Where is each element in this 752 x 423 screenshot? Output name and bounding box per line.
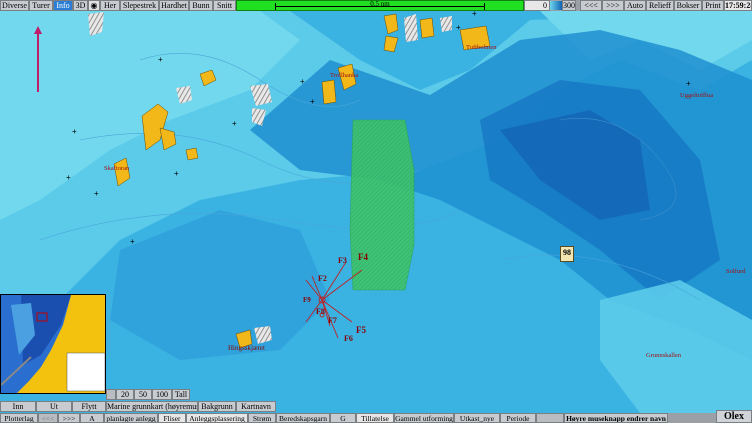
menu-her[interactable]: Her xyxy=(100,0,120,11)
bottom-toolbar: Plotterlag <<< >>> A planlagte anlegg Fl… xyxy=(0,410,752,423)
zoom-level-blank xyxy=(106,389,116,400)
svg-text:+: + xyxy=(94,189,99,198)
relieff-button[interactable]: Relieff xyxy=(646,0,674,11)
menu-hardhet[interactable]: Hardhet xyxy=(159,0,189,11)
map-names-button[interactable]: Kartnavn xyxy=(236,401,276,412)
scale-label: 0,5 nm xyxy=(370,0,390,8)
menu-snitt[interactable]: Snitt xyxy=(213,0,236,11)
old-design-button[interactable]: Gammel utforming xyxy=(394,413,454,423)
svg-text:+: + xyxy=(66,173,71,182)
plotter-layer-button[interactable]: Plotterlag xyxy=(0,413,38,423)
menu-info[interactable]: Info xyxy=(53,0,73,11)
place-grunnskallen: Grunnskallen xyxy=(646,352,682,359)
background-button[interactable]: Bakgrunn xyxy=(198,401,236,412)
place-hingsskjaeret: Hingsskjæret xyxy=(228,344,265,352)
top-toolbar: Diverse Turer Info 3D ◉ Her Slepestrek H… xyxy=(0,0,752,11)
svg-text:+: + xyxy=(72,127,77,136)
map-canvas[interactable]: +++ +++ +++ +++ xyxy=(0,0,752,423)
place-solfurd: Solfurd xyxy=(726,268,746,275)
print-button[interactable]: Print xyxy=(702,0,724,11)
depth-gradient[interactable] xyxy=(550,1,562,10)
permit-button[interactable]: Tillatelse xyxy=(356,413,394,423)
place-trollhanka: Trollhanka xyxy=(330,72,359,79)
svg-text:+: + xyxy=(310,97,315,106)
pan-button[interactable]: Flytt xyxy=(72,401,106,412)
period-button[interactable]: Periode xyxy=(500,413,536,423)
svg-text:+: + xyxy=(686,79,691,88)
zoom-out-button[interactable]: Ut xyxy=(36,401,72,412)
svg-text:+: + xyxy=(456,23,461,32)
scale-bar: 0,5 nm xyxy=(236,0,524,11)
marine-basemap-button[interactable]: Marine grunnkart (høyremus) xyxy=(106,401,198,412)
next-button[interactable]: >>> xyxy=(602,0,624,11)
svg-text:+: + xyxy=(130,237,135,246)
plant-placement-button[interactable]: Anleggsplassering xyxy=(186,413,248,423)
feature-f6[interactable]: F6 xyxy=(344,334,353,343)
menu-bunn[interactable]: Bunn xyxy=(189,0,213,11)
feature-f4[interactable]: F4 xyxy=(358,252,368,262)
svg-text:+: + xyxy=(174,169,179,178)
olex-logo: Olex xyxy=(716,410,752,423)
planned-zone xyxy=(349,119,415,291)
standby-nets-button[interactable]: Beredskapsgarn xyxy=(276,413,330,423)
layer-g-button[interactable]: G xyxy=(330,413,356,423)
layer-a-button[interactable]: A xyxy=(80,413,104,423)
feature-f2[interactable]: F2 xyxy=(318,274,327,283)
auto-button[interactable]: Auto xyxy=(624,0,646,11)
feature-f3[interactable]: F3 xyxy=(338,256,347,265)
next-layer-button[interactable]: >>> xyxy=(58,413,80,423)
menu-diverse[interactable]: Diverse xyxy=(0,0,29,11)
blank-button xyxy=(536,413,564,423)
svg-text:+: + xyxy=(300,77,305,86)
svg-text:+: + xyxy=(158,55,163,64)
place-tuftholmen: Tuftholmen xyxy=(466,44,497,51)
menu-slepestrek[interactable]: Slepestrek xyxy=(120,0,159,11)
current-button[interactable]: Strøm xyxy=(248,413,276,423)
place-uggeltofflua: Uggeltofflua xyxy=(680,92,714,99)
svg-text:+: + xyxy=(232,119,237,128)
place-skaftoran: Skaftoran xyxy=(104,165,130,172)
planned-plants-button[interactable]: planlagte anlegg xyxy=(104,413,158,423)
depth-zero: 0 xyxy=(524,0,550,11)
clock: 17:59:28 xyxy=(724,0,752,11)
prev-button[interactable]: <<< xyxy=(580,0,602,11)
feature-f9[interactable]: F9 xyxy=(303,296,311,304)
overview-minimap[interactable] xyxy=(0,294,106,394)
draft-new-button[interactable]: Utkast_nye xyxy=(454,413,500,423)
tiles-button[interactable]: Fliser xyxy=(158,413,186,423)
zoom-tall[interactable]: Tall xyxy=(172,389,190,400)
prev-layer-button[interactable]: <<< xyxy=(38,413,58,423)
depth-max[interactable]: 300 xyxy=(562,0,576,11)
bokser-button[interactable]: Bokser xyxy=(674,0,702,11)
zoom-20[interactable]: 20 xyxy=(116,389,134,400)
rename-hint: Høyre museknapp endrer navn xyxy=(564,413,668,423)
compass-icon[interactable]: ◉ xyxy=(88,0,100,11)
zoom-50[interactable]: 50 xyxy=(134,389,152,400)
feature-f7[interactable]: F7 xyxy=(328,316,337,325)
depth-marker-98[interactable]: 98 xyxy=(560,246,574,262)
menu-3d[interactable]: 3D xyxy=(73,0,88,11)
feature-f5[interactable]: F5 xyxy=(356,325,366,335)
zoom-100[interactable]: 100 xyxy=(152,389,172,400)
menu-turer[interactable]: Turer xyxy=(29,0,53,11)
zoom-in-button[interactable]: Inn xyxy=(0,401,36,412)
feature-f8[interactable]: F8 xyxy=(316,307,325,316)
